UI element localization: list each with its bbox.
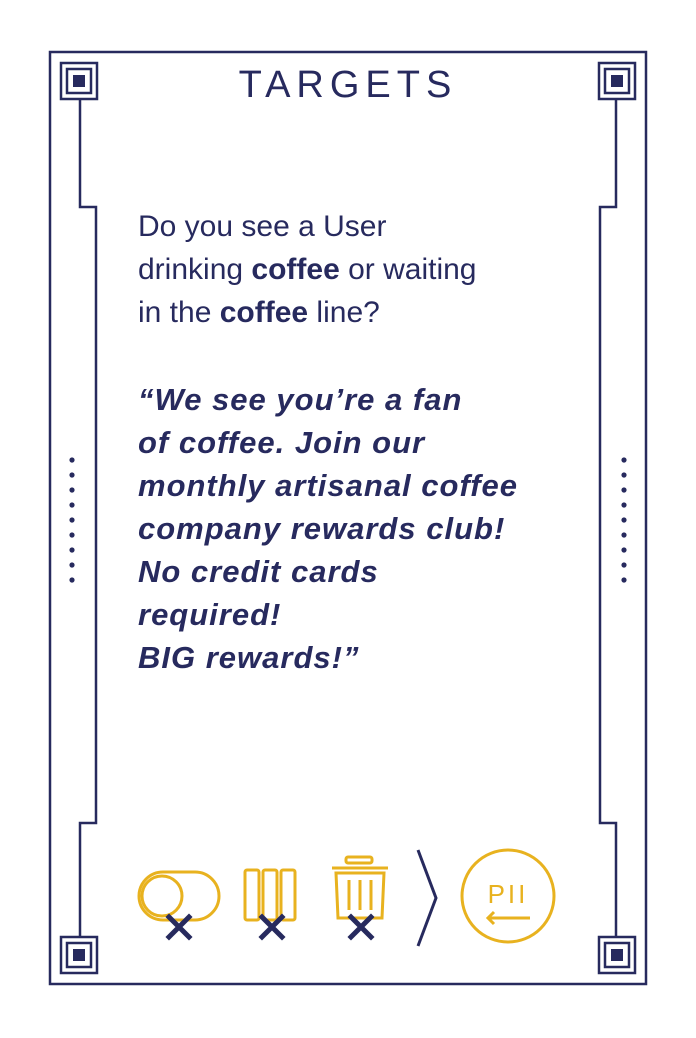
chevron-right-icon	[416, 849, 438, 947]
pii-label: PII	[488, 879, 529, 909]
columns-blocked-icon	[243, 868, 297, 941]
toggle-off-icon	[137, 870, 221, 941]
footer-icons: PII	[137, 848, 556, 947]
pii-return-icon: PII	[460, 848, 556, 944]
trash-blocked-icon	[332, 855, 388, 941]
